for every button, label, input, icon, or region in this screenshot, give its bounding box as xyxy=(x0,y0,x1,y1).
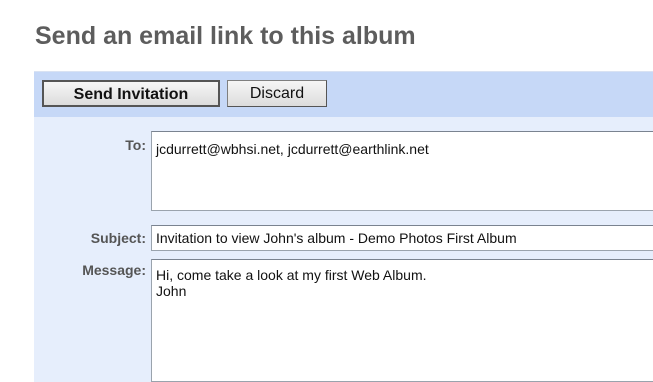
message-label: Message: xyxy=(82,262,146,278)
form-toolbar: Send Invitation Discard xyxy=(34,72,653,117)
email-form-panel: Send Invitation Discard To: jcdurrett@wb… xyxy=(34,71,653,382)
message-field[interactable]: Hi, come take a look at my first Web Alb… xyxy=(151,259,653,382)
discard-button[interactable]: Discard xyxy=(227,80,327,107)
to-label: To: xyxy=(125,137,146,153)
page-title: Send an email link to this album xyxy=(35,22,416,50)
to-field[interactable]: jcdurrett@wbhsi.net, jcdurrett@earthlink… xyxy=(151,131,653,211)
send-invitation-button[interactable]: Send Invitation xyxy=(42,80,220,107)
subject-field[interactable]: Invitation to view John's album - Demo P… xyxy=(151,225,653,251)
subject-label: Subject: xyxy=(90,230,146,246)
